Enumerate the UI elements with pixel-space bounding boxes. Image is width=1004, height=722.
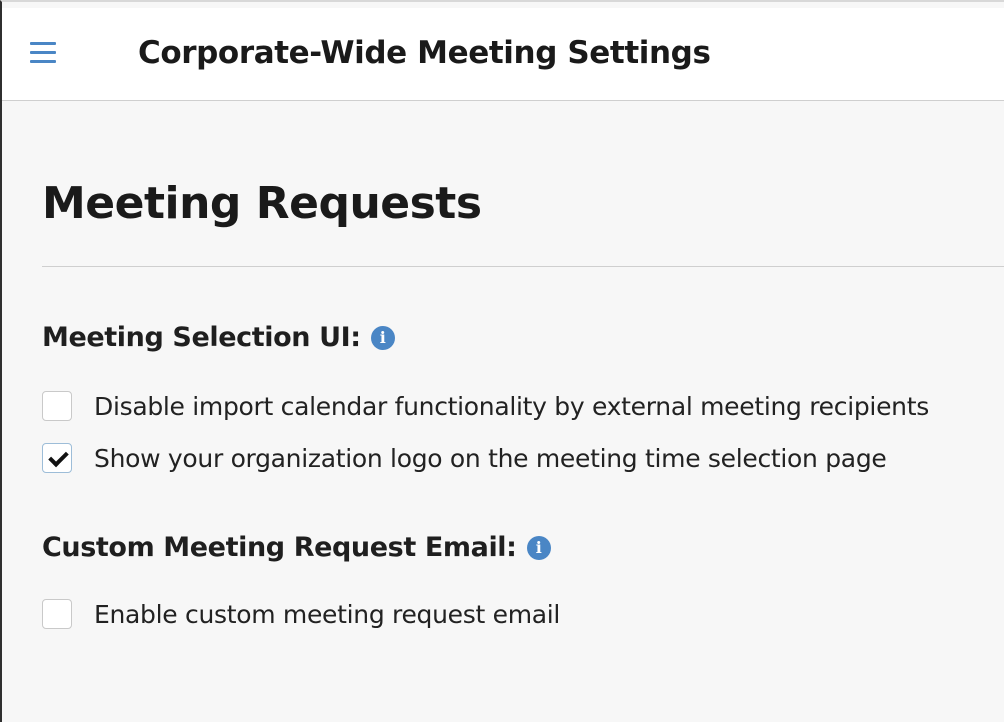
option-label: Show your organization logo on the meeti… bbox=[94, 443, 887, 473]
checkbox-enable-custom-email[interactable] bbox=[42, 599, 72, 629]
option-disable-import-calendar[interactable]: Disable import calendar functionality by… bbox=[42, 391, 929, 421]
hamburger-menu-icon[interactable] bbox=[30, 42, 56, 64]
section-heading-custom-meeting-request-email: Custom Meeting Request Email: i bbox=[42, 532, 551, 563]
info-icon[interactable]: i bbox=[526, 535, 551, 560]
option-enable-custom-email[interactable]: Enable custom meeting request email bbox=[42, 599, 560, 629]
top-header: Corporate-Wide Meeting Settings bbox=[2, 8, 1004, 101]
checkbox-disable-import-calendar[interactable] bbox=[42, 391, 72, 421]
section-heading-label: Custom Meeting Request Email: bbox=[42, 532, 517, 563]
option-show-organization-logo[interactable]: Show your organization logo on the meeti… bbox=[42, 443, 887, 473]
header-title: Corporate-Wide Meeting Settings bbox=[138, 35, 711, 71]
section-heading-meeting-selection-ui: Meeting Selection UI: i bbox=[42, 322, 395, 353]
page-title: Meeting Requests bbox=[42, 178, 482, 229]
checkbox-show-organization-logo[interactable] bbox=[42, 443, 72, 473]
title-divider bbox=[42, 266, 1004, 267]
option-label: Enable custom meeting request email bbox=[94, 599, 561, 629]
info-icon[interactable]: i bbox=[370, 325, 395, 350]
section-heading-label: Meeting Selection UI: bbox=[42, 322, 361, 353]
option-label: Disable import calendar functionality by… bbox=[94, 391, 929, 421]
